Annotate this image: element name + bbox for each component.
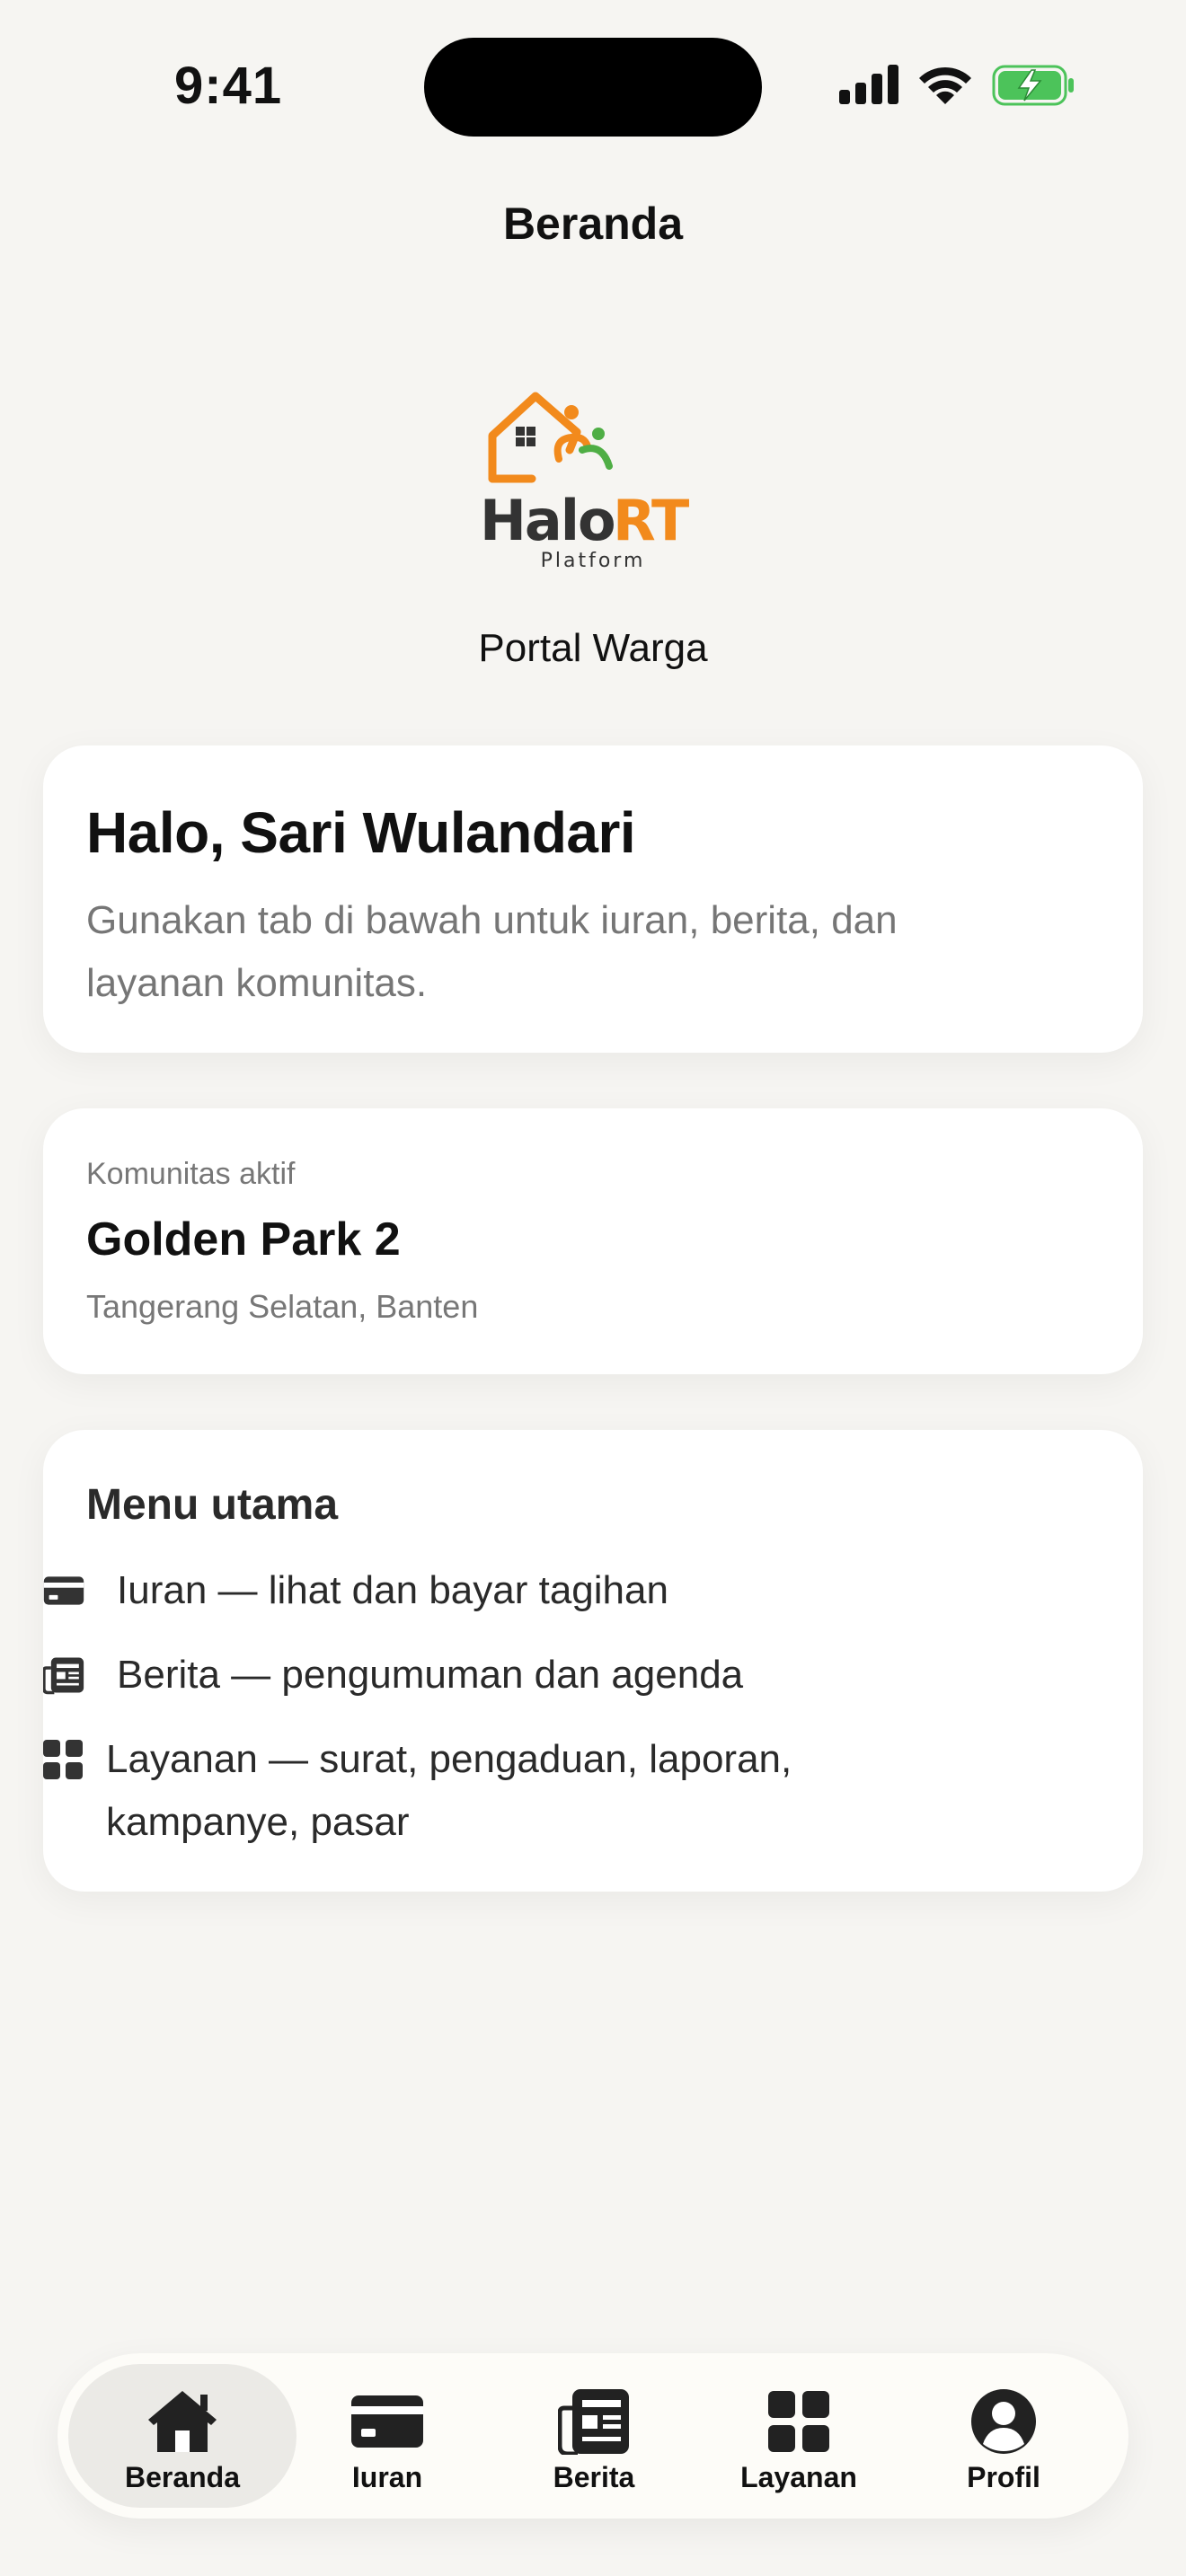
greeting-title: Halo, Sari Wulandari — [86, 800, 636, 865]
menu-item-label: Layanan — surat, pengaduan, laporan, kam… — [106, 1737, 792, 1844]
newspaper-icon — [558, 2387, 630, 2456]
newspaper-icon — [43, 1644, 84, 1707]
grid-icon — [768, 2387, 829, 2456]
tab-iuran[interactable]: Iuran — [273, 2364, 501, 2508]
person-icon — [970, 2387, 1037, 2456]
community-location: Tangerang Selatan, Banten — [86, 1288, 479, 1325]
greeting-description: Gunakan tab di bawah untuk iuran, berita… — [86, 898, 898, 1005]
menu-item-layanan[interactable]: Layanan — surat, pengaduan, laporan, kam… — [43, 1728, 942, 1854]
signal-icon — [839, 65, 898, 104]
community-card[interactable]: Komunitas aktif Golden Park 2 Tangerang … — [43, 1108, 1143, 1374]
menu-item-berita[interactable]: Berita — pengumuman dan agenda — [43, 1644, 743, 1707]
dynamic-island — [424, 38, 762, 137]
logo-text-halo: Halo — [480, 488, 615, 553]
logo-text-rt: RT — [613, 488, 689, 553]
greeting-card: Halo, Sari Wulandari Gunakan tab di bawa… — [43, 745, 1143, 1053]
logo-tagline: Platform — [541, 550, 646, 572]
tab-beranda[interactable]: Beranda — [68, 2364, 296, 2508]
community-name: Golden Park 2 — [86, 1213, 401, 1266]
wifi-icon — [919, 66, 971, 104]
tab-label: Beranda — [124, 2461, 241, 2493]
menu-item-label: Berita — pengumuman dan agenda — [117, 1653, 744, 1697]
battery-charging-icon — [992, 65, 1074, 106]
menu-title: Menu utama — [86, 1481, 339, 1529]
community-label: Komunitas aktif — [86, 1157, 296, 1191]
tab-label: Berita — [553, 2461, 635, 2493]
tab-label: Layanan — [740, 2461, 857, 2493]
status-time: 9:41 — [174, 57, 283, 115]
credit-card-icon — [43, 1559, 84, 1622]
tab-bar: Beranda Iuran Berita Layanan Profil — [58, 2353, 1128, 2519]
tab-layanan[interactable]: Layanan — [685, 2364, 913, 2508]
credit-card-icon — [350, 2387, 424, 2456]
portal-subtitle: Portal Warga — [478, 626, 708, 670]
tab-profil[interactable]: Profil — [890, 2364, 1118, 2508]
tab-berita[interactable]: Berita — [480, 2364, 708, 2508]
grid-icon — [43, 1728, 83, 1791]
status-bar: 9:41 — [0, 0, 1186, 171]
home-icon — [145, 2387, 220, 2456]
tab-label: Profil — [967, 2461, 1040, 2493]
tab-label: Iuran — [351, 2461, 423, 2493]
menu-item-label: Iuran — lihat dan bayar tagihan — [117, 1568, 668, 1612]
menu-item-iuran[interactable]: Iuran — lihat dan bayar tagihan — [43, 1559, 668, 1622]
halort-logo: Halo RT Platform — [480, 392, 691, 572]
page-title: Beranda — [502, 198, 684, 249]
